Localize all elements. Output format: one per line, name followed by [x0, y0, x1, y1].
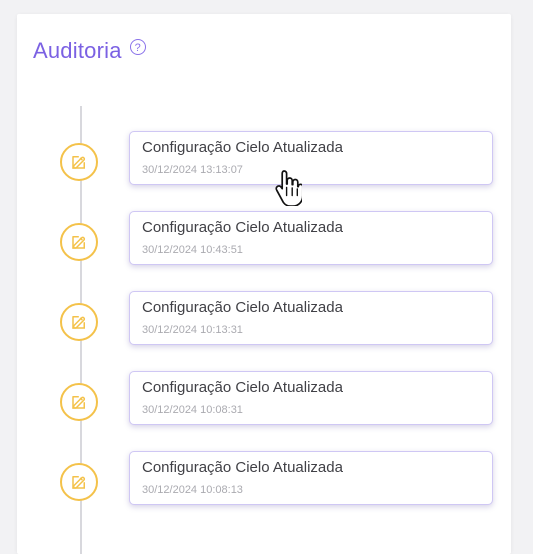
audit-title: Configuração Cielo Atualizada [142, 299, 343, 316]
audit-date: 30/12/2024 10:43:51 [142, 244, 243, 256]
audit-title: Configuração Cielo Atualizada [142, 139, 343, 156]
audit-date: 30/12/2024 13:13:07 [142, 164, 243, 176]
audit-card[interactable]: Configuração Cielo Atualizada 30/12/2024… [129, 451, 493, 505]
audit-card[interactable]: Configuração Cielo Atualizada 30/12/2024… [129, 211, 493, 265]
edit-square-icon [72, 236, 86, 249]
page-title: Auditoria [33, 38, 122, 63]
audit-date: 30/12/2024 10:08:13 [142, 484, 243, 496]
audit-card[interactable]: Configuração Cielo Atualizada 30/12/2024… [129, 291, 493, 345]
edit-square-icon [72, 316, 86, 329]
edit-square-icon [72, 396, 86, 409]
question-circle-icon[interactable]: ? [129, 39, 146, 55]
timeline-item: Configuração Cielo Atualizada 30/12/2024… [17, 131, 511, 191]
audit-title: Configuração Cielo Atualizada [142, 459, 343, 476]
timeline-item: Configuração Cielo Atualizada 30/12/2024… [17, 451, 511, 511]
timeline-marker [60, 223, 98, 261]
timeline-marker [60, 383, 98, 421]
timeline-marker [60, 463, 98, 501]
timeline-item: Configuração Cielo Atualizada 30/12/2024… [17, 291, 511, 351]
panel-header: Auditoria ? [33, 38, 146, 64]
audit-panel: Auditoria ? Configuração Cielo Atualizad… [17, 14, 511, 554]
timeline-item: Configuração Cielo Atualizada 30/12/2024… [17, 371, 511, 431]
audit-card[interactable]: Configuração Cielo Atualizada 30/12/2024… [129, 371, 493, 425]
edit-square-icon [72, 156, 86, 169]
timeline-marker [60, 143, 98, 181]
timeline-item: Configuração Cielo Atualizada 30/12/2024… [17, 211, 511, 271]
audit-date: 30/12/2024 10:08:31 [142, 404, 243, 416]
edit-square-icon [72, 476, 86, 489]
audit-timeline: Configuração Cielo Atualizada 30/12/2024… [17, 106, 511, 554]
audit-date: 30/12/2024 10:13:31 [142, 324, 243, 336]
audit-card[interactable]: Configuração Cielo Atualizada 30/12/2024… [129, 131, 493, 185]
audit-title: Configuração Cielo Atualizada [142, 379, 343, 396]
audit-title: Configuração Cielo Atualizada [142, 219, 343, 236]
timeline-marker [60, 303, 98, 341]
